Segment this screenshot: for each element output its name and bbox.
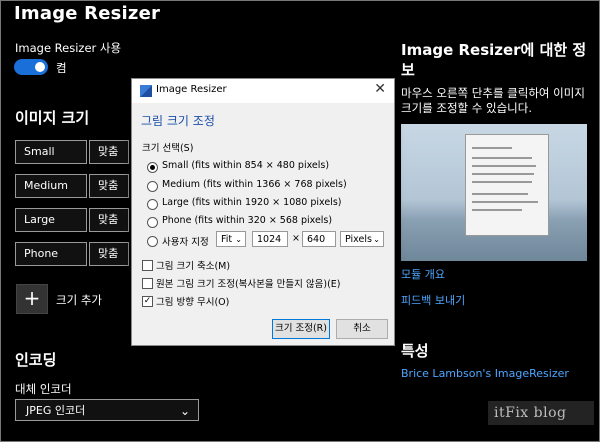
size-name-input[interactable]: Medium [15,174,87,198]
orientation-label: 그림 방향 무시(O) [156,297,230,308]
size-name-input[interactable]: Small [15,140,87,164]
radio-custom[interactable] [147,236,158,247]
dialog-heading: 그림 크기 조정 [141,114,215,128]
select-size-label: 크기 선택(S) [142,143,194,154]
chevron-down-icon: ⌄ [179,404,190,418]
toggle-state-label: 켬 [56,61,67,75]
times-symbol: × [292,233,300,244]
encoding-heading: 인코딩 [15,351,57,369]
option-small-label: Small (fits within 854 × 480 pixels) [162,160,330,171]
chevron-down-icon: ⌄ [373,235,380,244]
cancel-button[interactable]: 취소 [336,319,388,339]
app-icon [140,85,152,97]
option-large-label: Large (fits within 1920 × 1080 pixels) [162,197,342,208]
size-name-input[interactable]: Large [15,208,87,232]
size-fit-select[interactable]: 맞춤 [89,140,129,164]
chevron-down-icon: ⌄ [235,235,242,244]
toggle-knob [35,62,45,72]
preview-dialog-thumbnail [465,134,549,236]
page-title: Image Resizer [14,3,161,24]
sizes-heading: 이미지 크기 [15,109,90,127]
option-medium-label: Medium (fits within 1366 × 768 pixels) [162,179,347,190]
original-label: 원본 그림 크기 조정(복사본을 만들지 않음)(E) [156,279,341,290]
plus-icon: + [23,286,41,310]
module-overview-link[interactable]: 모듈 개요 [401,266,445,282]
shrink-label: 그림 크기 축소(M) [156,261,231,272]
size-name-input[interactable]: Phone [15,242,87,266]
check-icon: ✓ [143,296,152,306]
enable-label: Image Resizer 사용 [15,41,122,55]
credit-link[interactable]: Brice Lambson's ImageResizer [401,367,569,380]
custom-fit-select[interactable]: Fit ⌄ [216,231,246,247]
resize-dialog: Image Resizer ✕ 그림 크기 조정 크기 선택(S) Small … [131,78,395,346]
resize-button[interactable]: 크기 조정(R) [272,319,330,339]
orientation-checkbox[interactable]: ✓ [142,296,153,307]
original-checkbox[interactable] [142,278,153,289]
radio-large[interactable] [147,199,158,210]
features-heading: 특성 [401,342,429,360]
radio-phone[interactable] [147,217,158,228]
radio-medium[interactable] [147,181,158,192]
radio-small[interactable] [147,162,158,173]
option-phone-label: Phone (fits within 320 × 568 pixels) [162,215,333,226]
close-icon[interactable]: ✕ [374,81,386,97]
add-size-button[interactable]: + [16,284,48,314]
enable-toggle[interactable] [14,59,48,75]
custom-width-input[interactable]: 1024 [252,231,288,247]
fallback-encoder-select[interactable]: JPEG 인코더 ⌄ [15,399,199,421]
custom-label: 사용자 지정 [162,237,209,248]
size-fit-select[interactable]: 맞춤 [89,174,129,198]
custom-height-input[interactable]: 640 [302,231,336,247]
shrink-checkbox[interactable] [142,260,153,271]
custom-unit-select[interactable]: Pixels ⌄ [340,231,384,247]
custom-fit-value: Fit [221,234,233,245]
watermark: itFix blog [488,401,594,425]
about-text: 마우스 오른쪽 단추를 클릭하여 이미지 크기를 조정할 수 있습니다. [401,86,585,115]
fallback-encoder-label: 대체 인코더 [15,382,72,396]
size-fit-select[interactable]: 맞춤 [89,242,129,266]
fallback-encoder-value: JPEG 인코더 [26,404,86,417]
dialog-title: Image Resizer [156,84,227,95]
custom-unit-value: Pixels [345,234,372,245]
about-heading: Image Resizer에 대한 정보 [401,41,587,79]
add-size-label: 크기 추가 [56,293,102,307]
dialog-titlebar: Image Resizer ✕ [132,79,394,103]
feedback-link[interactable]: 피드백 보내기 [401,292,465,308]
size-fit-select[interactable]: 맞춤 [89,208,129,232]
preview-image [401,124,587,261]
